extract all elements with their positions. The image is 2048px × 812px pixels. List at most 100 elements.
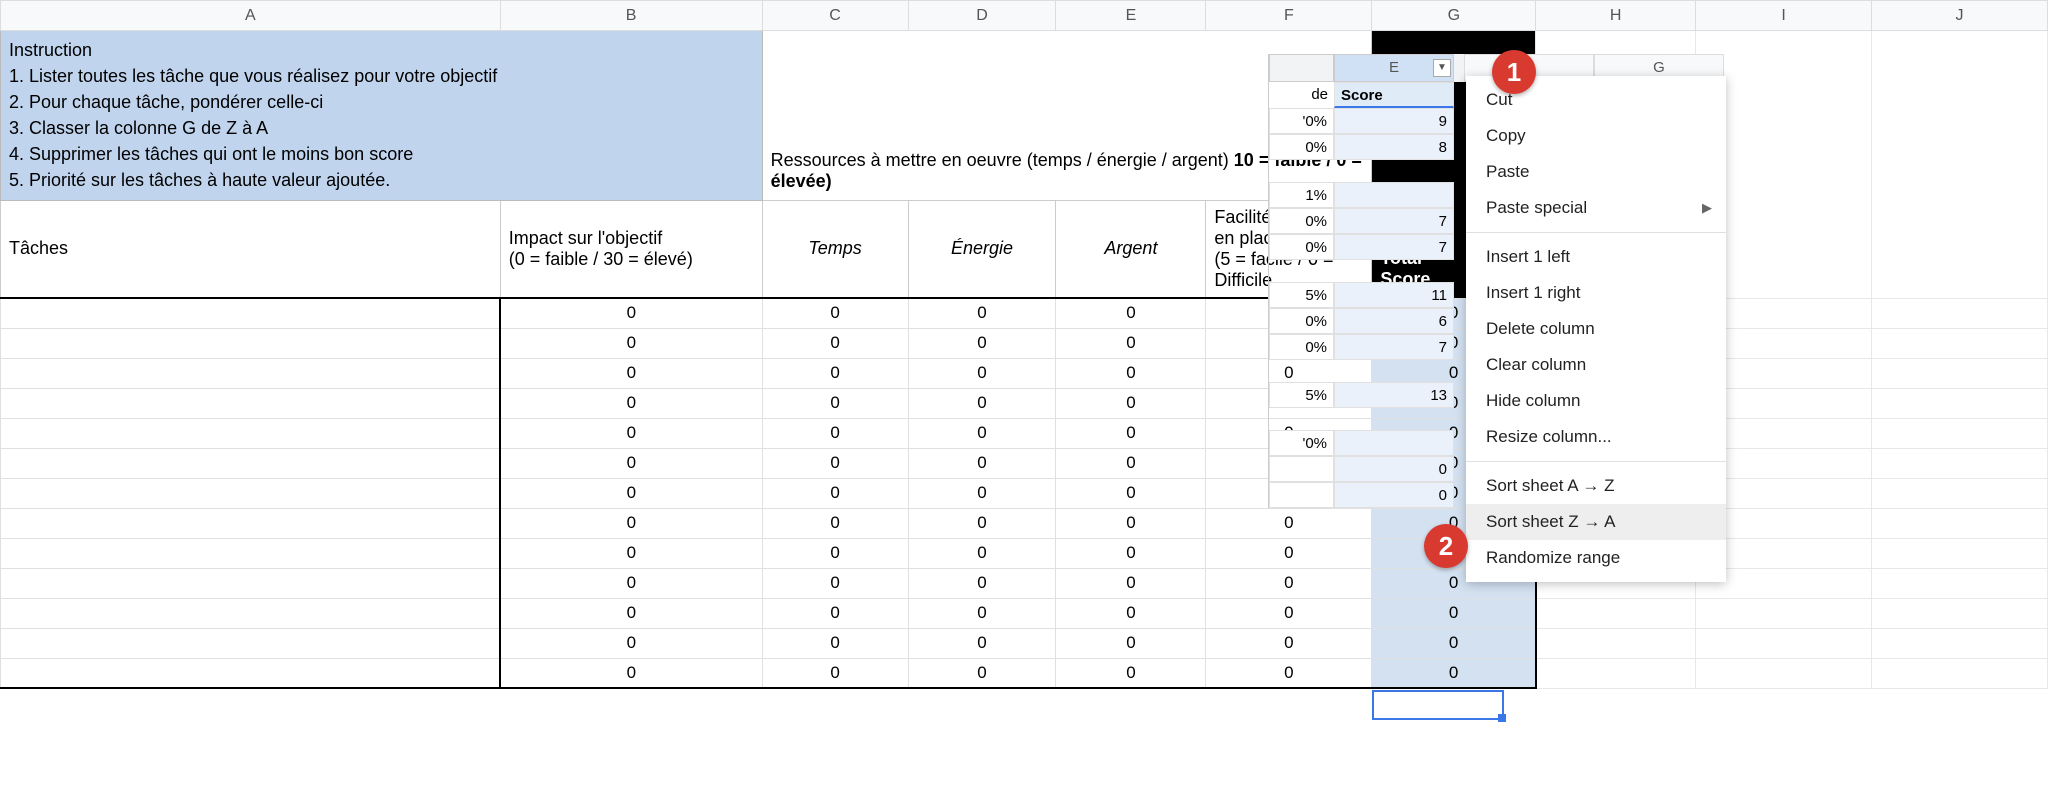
cell-C[interactable]: 0 xyxy=(762,448,908,478)
menu-item-insert-1-right[interactable]: Insert 1 right xyxy=(1466,275,1726,311)
cell-J[interactable] xyxy=(1872,298,2048,328)
col-header-D[interactable]: D xyxy=(908,1,1056,31)
cell-B[interactable]: 0 xyxy=(500,568,762,598)
cell-C[interactable]: 0 xyxy=(762,358,908,388)
cell-J[interactable] xyxy=(1872,628,2048,658)
cell-D[interactable]: 0 xyxy=(908,478,1056,508)
cell-E[interactable]: 0 xyxy=(1056,388,1206,418)
col-header-E[interactable]: E xyxy=(1056,1,1206,31)
cell-E[interactable]: 0 xyxy=(1056,508,1206,538)
dropdown-icon[interactable]: ▼ xyxy=(1433,59,1451,77)
cell-D[interactable]: 0 xyxy=(908,418,1056,448)
cell-A[interactable] xyxy=(1,568,501,598)
col-header-F[interactable]: F xyxy=(1206,1,1372,31)
cell-A[interactable] xyxy=(1,298,501,328)
cell-E[interactable]: 0 xyxy=(1056,658,1206,688)
cell-F[interactable]: 0 xyxy=(1206,508,1372,538)
inset-pct[interactable]: 0% xyxy=(1269,134,1334,160)
cell-J[interactable] xyxy=(1872,388,2048,418)
cell-G[interactable]: 0 xyxy=(1372,658,1536,688)
cell-D[interactable]: 0 xyxy=(908,508,1056,538)
cell-C[interactable]: 0 xyxy=(762,538,908,568)
cell-D[interactable]: 0 xyxy=(908,658,1056,688)
col-header-G[interactable]: G xyxy=(1372,1,1536,31)
cell-E[interactable]: 0 xyxy=(1056,598,1206,628)
inset-pct[interactable]: 1% xyxy=(1269,182,1334,208)
cell-J[interactable] xyxy=(1872,358,2048,388)
inset-pct[interactable] xyxy=(1269,456,1334,482)
cell-B[interactable]: 0 xyxy=(500,418,762,448)
cell-B[interactable]: 0 xyxy=(500,448,762,478)
cell-E[interactable]: 0 xyxy=(1056,298,1206,328)
inset-score[interactable]: 13 xyxy=(1334,382,1454,408)
menu-item-delete-column[interactable]: Delete column xyxy=(1466,311,1726,347)
inset-pct[interactable]: '0% xyxy=(1269,108,1334,134)
cell-B[interactable]: 0 xyxy=(500,478,762,508)
selected-cell[interactable] xyxy=(1372,690,1504,720)
inset-pct[interactable]: 0% xyxy=(1269,208,1334,234)
header-temps[interactable]: Temps xyxy=(762,200,908,298)
cell-J[interactable] xyxy=(1872,418,2048,448)
inset-score[interactable] xyxy=(1334,182,1454,208)
cell-A[interactable] xyxy=(1,388,501,418)
cell-A[interactable] xyxy=(1,658,501,688)
cell-E[interactable]: 0 xyxy=(1056,478,1206,508)
inset-score[interactable]: 7 xyxy=(1334,234,1454,260)
cell-J[interactable] xyxy=(1872,508,2048,538)
inset-score[interactable]: 11 xyxy=(1334,282,1454,308)
cell-J[interactable] xyxy=(1872,598,2048,628)
instruction-block[interactable]: Instruction 1. Lister toutes les tâche q… xyxy=(1,31,763,201)
menu-item-sort-sheet-a-z[interactable]: Sort sheet A → Z xyxy=(1466,468,1726,504)
inset-score[interactable]: 7 xyxy=(1334,334,1454,360)
cell-D[interactable]: 0 xyxy=(908,298,1056,328)
cell-E[interactable]: 0 xyxy=(1056,628,1206,658)
inset-pct[interactable]: 5% xyxy=(1269,282,1334,308)
menu-item-resize-column-[interactable]: Resize column... xyxy=(1466,419,1726,455)
inset-score[interactable]: 7 xyxy=(1334,208,1454,234)
inset-score[interactable]: 6 xyxy=(1334,308,1454,334)
cell-J[interactable] xyxy=(1872,31,2048,299)
cell-A[interactable] xyxy=(1,478,501,508)
cell-C[interactable]: 0 xyxy=(762,328,908,358)
cell-A[interactable] xyxy=(1,508,501,538)
cell-F[interactable]: 0 xyxy=(1206,568,1372,598)
cell-A[interactable] xyxy=(1,448,501,478)
inset-col-E-header[interactable]: E ▼ xyxy=(1334,54,1454,82)
cell-J[interactable] xyxy=(1872,328,2048,358)
cell-I[interactable] xyxy=(1696,658,1872,688)
cell-A[interactable] xyxy=(1,598,501,628)
cell-G[interactable]: 0 xyxy=(1372,598,1536,628)
cell-B[interactable]: 0 xyxy=(500,388,762,418)
cell-D[interactable]: 0 xyxy=(908,568,1056,598)
cell-C[interactable]: 0 xyxy=(762,658,908,688)
cell-C[interactable]: 0 xyxy=(762,478,908,508)
menu-item-insert-1-left[interactable]: Insert 1 left xyxy=(1466,239,1726,275)
cell-D[interactable]: 0 xyxy=(908,328,1056,358)
cell-J[interactable] xyxy=(1872,448,2048,478)
cell-D[interactable]: 0 xyxy=(908,628,1056,658)
cell-C[interactable]: 0 xyxy=(762,298,908,328)
cell-A[interactable] xyxy=(1,328,501,358)
inset-pct[interactable] xyxy=(1269,482,1334,508)
inset-score[interactable]: 0 xyxy=(1334,456,1454,482)
cell-E[interactable]: 0 xyxy=(1056,328,1206,358)
inset-score[interactable]: 9 xyxy=(1334,108,1454,134)
cell-A[interactable] xyxy=(1,628,501,658)
header-taches[interactable]: Tâches xyxy=(1,200,501,298)
cell-B[interactable]: 0 xyxy=(500,328,762,358)
cell-J[interactable] xyxy=(1872,478,2048,508)
menu-item-clear-column[interactable]: Clear column xyxy=(1466,347,1726,383)
spreadsheet-grid[interactable]: A B C D E F G H I J Instruction 1. Liste… xyxy=(0,0,2048,689)
cell-C[interactable]: 0 xyxy=(762,388,908,418)
cell-I[interactable] xyxy=(1696,628,1872,658)
inset-score[interactable]: 0 xyxy=(1334,482,1454,508)
cell-H[interactable] xyxy=(1536,628,1696,658)
col-header-A[interactable]: A xyxy=(1,1,501,31)
cell-H[interactable] xyxy=(1536,658,1696,688)
col-header-J[interactable]: J xyxy=(1872,1,2048,31)
cell-C[interactable]: 0 xyxy=(762,418,908,448)
cell-C[interactable]: 0 xyxy=(762,508,908,538)
inset-pct[interactable]: 0% xyxy=(1269,234,1334,260)
cell-D[interactable]: 0 xyxy=(908,358,1056,388)
cell-I[interactable] xyxy=(1696,598,1872,628)
